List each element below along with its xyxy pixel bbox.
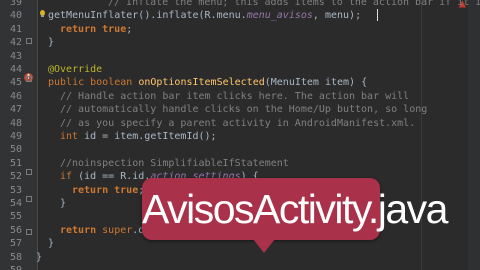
code-token: public boolean xyxy=(48,77,139,89)
callout-pointer xyxy=(253,239,275,253)
line-number: 43 xyxy=(9,50,22,62)
code-token: return true xyxy=(72,184,139,196)
code-text: // Handle action bar item clicks here. T… xyxy=(60,90,409,103)
code-token: super xyxy=(102,224,133,236)
filename-callout-text: AvisosActivity.java xyxy=(142,186,448,232)
code-text: public boolean onOptionsItemSelected(Men… xyxy=(48,76,367,89)
fold-icon[interactable] xyxy=(26,76,32,82)
code-token: return true xyxy=(60,23,127,35)
lightbulb-icon[interactable] xyxy=(40,10,45,17)
line-number: 50 xyxy=(9,144,22,156)
code-token: } xyxy=(36,251,43,263)
fold-icon[interactable] xyxy=(26,38,32,44)
code-token: (id == R.id. xyxy=(78,171,151,183)
code-token: id = item.getItemId(); xyxy=(84,131,217,142)
code-text: } xyxy=(60,197,66,210)
code-token: ; xyxy=(126,23,133,35)
line-number: 47 xyxy=(9,104,22,116)
line-number: 55 xyxy=(9,211,22,223)
code-token: } xyxy=(60,198,67,209)
code-line[interactable]: 49 int id = item.getItemId(); xyxy=(0,130,480,143)
code-token: //noinspection SimplifiableIfStatement xyxy=(60,157,289,169)
line-number: 57 xyxy=(9,238,22,250)
code-line[interactable]: 47 // automatically handle clicks on the … xyxy=(0,103,480,116)
code-line[interactable]: 41 return true; xyxy=(0,23,480,36)
code-text: int id = item.getItemId(); xyxy=(60,130,217,143)
code-text: @Override xyxy=(48,63,102,76)
code-token: } xyxy=(48,238,55,250)
code-text: return true; xyxy=(60,23,132,36)
line-number: 59 xyxy=(0,264,22,270)
code-token: return xyxy=(60,224,103,236)
code-text: // Inflate the menu; this adds items to … xyxy=(108,0,480,9)
line-number: 48 xyxy=(9,117,22,129)
code-token: // Handle action bar item clicks here. T… xyxy=(60,90,410,102)
line-number: 53 xyxy=(9,184,22,196)
text-caret xyxy=(377,9,378,21)
code-token: , menu); xyxy=(312,10,362,22)
code-token: // Inflate the menu; this adds items to … xyxy=(108,0,480,8)
code-line[interactable]: 51 //noinspection SimplifiableIfStatement xyxy=(0,157,480,170)
code-line[interactable]: 39 // Inflate the menu; this adds items t… xyxy=(0,0,480,9)
line-number: 40 xyxy=(9,10,22,22)
code-token: (MenuItem item) { xyxy=(264,77,368,89)
line-number: 51 xyxy=(9,157,22,169)
line-number: 45 xyxy=(9,77,22,89)
code-line[interactable]: 59 xyxy=(0,264,480,270)
code-token: if xyxy=(60,171,79,183)
code-token: onOptionsItemSelected xyxy=(138,77,265,89)
code-token: } xyxy=(48,37,55,49)
code-line[interactable]: 58} xyxy=(0,251,480,264)
code-line[interactable]: 42} xyxy=(0,36,480,49)
code-text: getMenuInflater().inflate(R.menu.menu_av… xyxy=(48,9,361,22)
code-token: // as you specify a parent activity in A… xyxy=(60,117,416,129)
code-line[interactable]: 44 @Override xyxy=(0,63,480,76)
filename-callout: AvisosActivity.java xyxy=(142,178,448,240)
code-text: // automatically handle clicks on the Ho… xyxy=(60,103,427,116)
code-token: // automatically handle clicks on the Ho… xyxy=(60,104,428,116)
fold-icon[interactable] xyxy=(26,229,32,235)
line-number: 56 xyxy=(9,224,22,236)
fold-icon[interactable] xyxy=(26,196,32,202)
line-number: 52 xyxy=(9,171,22,183)
code-line[interactable]: 45 public boolean onOptionsItemSelected(M… xyxy=(0,76,480,89)
code-text: // as you specify a parent activity in A… xyxy=(60,117,415,130)
line-number: 58 xyxy=(9,251,22,263)
code-token: menu_avisos xyxy=(246,10,313,22)
code-line[interactable]: 50 xyxy=(0,143,480,156)
code-text: } xyxy=(48,237,54,250)
code-line[interactable]: 43 xyxy=(0,50,480,63)
code-token: int xyxy=(60,131,85,142)
line-number: 49 xyxy=(9,131,22,142)
code-text: } xyxy=(48,36,54,49)
fold-icon[interactable] xyxy=(26,169,32,175)
code-token: getMenuInflater().inflate(R.menu. xyxy=(48,10,247,22)
line-number: 54 xyxy=(9,198,22,209)
line-number: 39 xyxy=(9,0,22,8)
code-line[interactable]: 46 // Handle action bar item clicks here.… xyxy=(0,90,480,103)
code-line[interactable]: 40 getMenuInflater().inflate(R.menu.menu_… xyxy=(0,9,480,22)
line-number: 42 xyxy=(9,37,22,49)
code-text: //noinspection SimplifiableIfStatement xyxy=(60,157,289,170)
line-number: 46 xyxy=(9,90,22,102)
line-number: 41 xyxy=(9,23,22,35)
code-text: return true; xyxy=(72,184,144,197)
code-text: } xyxy=(36,251,42,264)
line-number: 44 xyxy=(9,64,22,75)
code-line[interactable]: 48 // as you specify a parent activity in… xyxy=(0,117,480,130)
code-token: @Override xyxy=(48,64,103,75)
